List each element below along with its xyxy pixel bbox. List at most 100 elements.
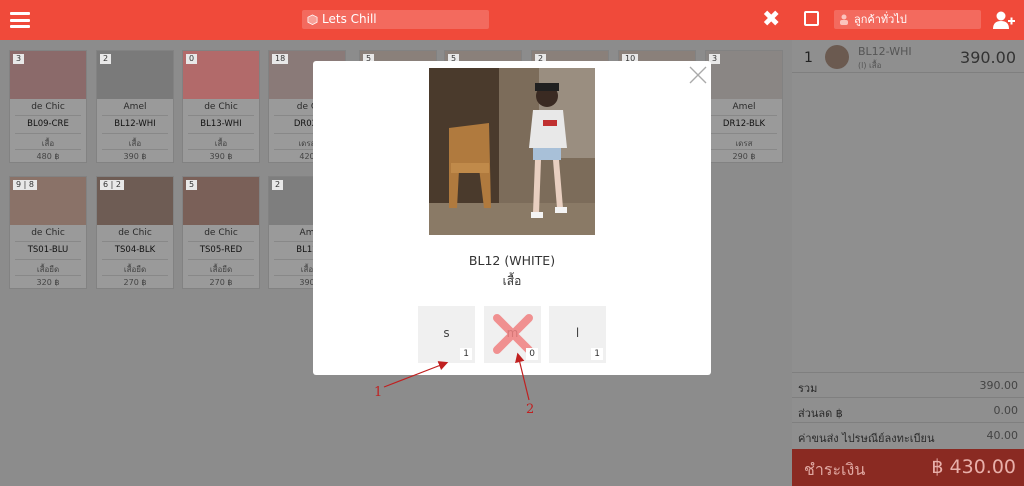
product-brand: de Chic (31, 102, 65, 112)
annotation-label-2: 2 (526, 402, 535, 417)
close-icon[interactable]: ✖ (762, 9, 780, 31)
summary-shipping[interactable]: ค่าขนส่ง ไปรษณีย์ลงทะเบียน 40.00 (798, 429, 1018, 447)
product-thumbnail (825, 45, 849, 69)
line-price: 390.00 (960, 48, 1016, 67)
size-option-l[interactable]: l 1 (549, 306, 606, 363)
product-sku: TS04-BLK (114, 245, 156, 255)
divider (188, 133, 254, 134)
summary-subtotal: รวม 390.00 (798, 379, 1018, 397)
size-option-s[interactable]: s 1 (418, 306, 475, 363)
customer-input[interactable]: ลูกค้าทั่วไป (834, 10, 981, 29)
divider (188, 259, 254, 260)
size-label: s (443, 326, 450, 340)
stock-badge: 3 (13, 54, 25, 64)
product-brand: de Chic (204, 228, 238, 238)
modal-product-category: เสื้อ (502, 274, 522, 288)
add-user-icon[interactable] (993, 11, 1015, 29)
divider (711, 115, 777, 116)
product-brand: Amel (732, 102, 756, 112)
pay-label: ชำระเงิน (804, 460, 866, 479)
divider (188, 275, 254, 276)
divider (15, 133, 81, 134)
product-price: 480 ฿ (36, 152, 60, 161)
divider (15, 241, 81, 242)
divider (711, 133, 777, 134)
store-name: Lets Chill (322, 12, 377, 26)
size-stock-count: 1 (460, 348, 472, 360)
divider (15, 275, 81, 276)
hamburger-icon[interactable] (10, 12, 30, 28)
divider (15, 115, 81, 116)
product-sku: TS01-BLU (27, 245, 69, 255)
product-modal: BL12 (WHITE) เสื้อ s 1 m 0 l 1 (313, 61, 711, 375)
top-bar: Lets Chill ✖ (0, 0, 792, 40)
divider (792, 397, 1024, 398)
product-sku: BL12-WHI (114, 119, 156, 129)
size-option-m[interactable]: m 0 (484, 306, 541, 363)
product-sku: TS05-RED (199, 245, 243, 255)
modal-close-icon[interactable] (688, 65, 708, 85)
product-price: 290 ฿ (732, 152, 756, 161)
stock-badge: 9 | 8 (13, 180, 37, 190)
product-price: 270 ฿ (209, 278, 233, 287)
stock-badge: 6 | 2 (100, 180, 124, 190)
modal-product-title: BL12 (WHITE) (468, 253, 556, 268)
divider (102, 149, 168, 150)
subtotal-label: รวม (798, 382, 818, 395)
customer-label: ลูกค้าทั่วไป (854, 13, 907, 26)
product-brand: de Chic (204, 102, 238, 112)
divider (188, 149, 254, 150)
divider (711, 149, 777, 150)
cart-sidebar: ลูกค้าทั่วไป 1 BL12-WHI (l) เสื้อ 390.00… (792, 0, 1024, 486)
divider (102, 259, 168, 260)
stock-badge: 2 (272, 180, 284, 190)
product-sku: BL13-WHI (200, 119, 242, 129)
product-price: 390 ฿ (209, 152, 233, 161)
size-stock-count: 0 (526, 348, 538, 360)
divider (188, 115, 254, 116)
stock-badge: 18 (272, 54, 289, 64)
product-card[interactable]: 6 | 2 de Chic TS04-BLK เสื้อยืด 270 ฿ (96, 176, 174, 289)
shipping-value: 40.00 (986, 429, 1019, 442)
product-card[interactable]: 3 Amel DR12-BLK เดรส 290 ฿ (705, 50, 783, 163)
product-card[interactable]: 2 Amel BL12-WHI เสื้อ 390 ฿ (96, 50, 174, 163)
product-sku: BL09-CRE (27, 119, 69, 129)
line-size: (l) เสื้อ (858, 61, 882, 70)
product-brand: Amel (123, 102, 147, 112)
product-card[interactable]: 5 de Chic TS05-RED เสื้อยืด 270 ฿ (182, 176, 260, 289)
divider (792, 372, 1024, 373)
divider (792, 422, 1024, 423)
stock-badge: 5 (186, 180, 198, 190)
stock-badge: 2 (100, 54, 112, 64)
size-label: l (575, 326, 580, 340)
pay-total: ฿ 430.00 (931, 456, 1016, 478)
line-name: BL12-WHI (858, 45, 912, 58)
product-sku: DR12-BLK (722, 119, 766, 129)
line-qty: 1 (804, 50, 813, 66)
store-selector[interactable]: Lets Chill (302, 10, 489, 29)
divider (15, 259, 81, 260)
product-price: 270 ฿ (123, 278, 147, 287)
divider (102, 115, 168, 116)
product-price: 320 ฿ (36, 278, 60, 287)
divider (102, 133, 168, 134)
shipping-label: ค่าขนส่ง ไปรษณีย์ลงทะเบียน (798, 432, 935, 445)
product-card[interactable]: 0 de Chic BL13-WHI เสื้อ 390 ฿ (182, 50, 260, 163)
divider (15, 149, 81, 150)
product-card[interactable]: 9 | 8 de Chic TS01-BLU เสื้อยืด 320 ฿ (9, 176, 87, 289)
summary-discount[interactable]: ส่วนลด ฿ 0.00 (798, 404, 1018, 422)
cart-line-item[interactable]: 1 BL12-WHI (l) เสื้อ 390.00 (792, 42, 1024, 72)
annotation-label-1: 1 (374, 385, 383, 400)
product-brand: de Chic (118, 228, 152, 238)
divider (102, 275, 168, 276)
cart-header: ลูกค้าทั่วไป (792, 0, 1024, 40)
pay-button[interactable]: ชำระเงิน ฿ 430.00 (792, 449, 1024, 486)
divider (102, 241, 168, 242)
product-card[interactable]: 3 de Chic BL09-CRE เสื้อ 480 ฿ (9, 50, 87, 163)
stock-badge: 0 (186, 54, 198, 64)
product-brand: de Chic (31, 228, 65, 238)
divider (792, 72, 1024, 73)
select-all-checkbox[interactable] (804, 11, 819, 26)
product-price: 390 ฿ (123, 152, 147, 161)
subtotal-value: 390.00 (979, 379, 1019, 392)
